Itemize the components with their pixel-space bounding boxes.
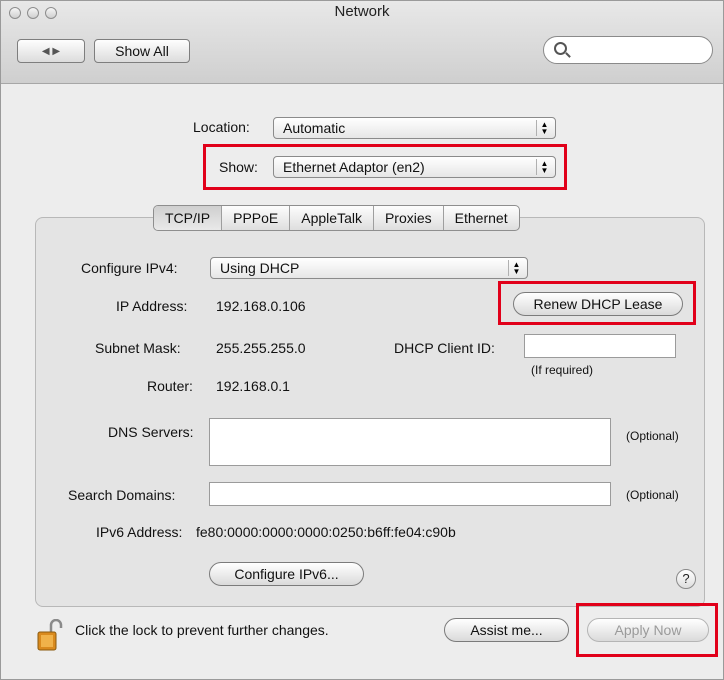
router-value: 192.168.0.1 bbox=[216, 378, 290, 394]
title-bar: Network ◀ ▶ Show All bbox=[1, 1, 723, 84]
tab-tcpip[interactable]: TCP/IP bbox=[154, 206, 222, 230]
show-label: Show: bbox=[219, 159, 258, 175]
tab-proxies[interactable]: Proxies bbox=[372, 206, 443, 230]
search-field[interactable] bbox=[543, 36, 713, 64]
show-value: Ethernet Adaptor (en2) bbox=[283, 159, 425, 175]
show-all-button[interactable]: Show All bbox=[94, 39, 190, 63]
tab-pppoe[interactable]: PPPoE bbox=[221, 206, 289, 230]
if-required-hint: (If required) bbox=[531, 363, 594, 377]
location-value: Automatic bbox=[283, 120, 346, 136]
back-forward-button[interactable]: ◀ ▶ bbox=[17, 39, 85, 63]
location-popup[interactable]: Automatic ▲ ▼ bbox=[273, 117, 556, 139]
configure-ipv6-button[interactable]: Configure IPv6... bbox=[209, 562, 364, 586]
tab-appletalk[interactable]: AppleTalk bbox=[289, 206, 373, 230]
popup-arrows-icon: ▲ ▼ bbox=[508, 260, 524, 276]
ipv6-address-label: IPv6 Address: bbox=[96, 524, 183, 540]
subnet-mask-value: 255.255.255.0 bbox=[216, 340, 306, 356]
back-forward-arrows-icon: ◀ ▶ bbox=[41, 45, 61, 57]
configure-ipv4-popup[interactable]: Using DHCP ▲ ▼ bbox=[210, 257, 528, 279]
lock-message: Click the lock to prevent further change… bbox=[75, 622, 329, 638]
subnet-mask-label: Subnet Mask: bbox=[95, 340, 181, 356]
assist-me-button[interactable]: Assist me... bbox=[444, 618, 569, 642]
search-domains-field[interactable] bbox=[209, 482, 611, 506]
tab-ethernet[interactable]: Ethernet bbox=[442, 206, 519, 230]
dhcp-client-id-label: DHCP Client ID: bbox=[394, 340, 495, 356]
lock-icon[interactable] bbox=[37, 619, 63, 651]
help-button[interactable]: ? bbox=[676, 569, 696, 589]
window-title: Network bbox=[334, 3, 390, 20]
renew-dhcp-lease-button[interactable]: Renew DHCP Lease bbox=[513, 292, 683, 316]
router-label: Router: bbox=[147, 378, 193, 394]
popup-arrows-icon: ▲ ▼ bbox=[536, 159, 552, 175]
dns-servers-label: DNS Servers: bbox=[108, 424, 194, 440]
ip-address-value: 192.168.0.106 bbox=[216, 298, 306, 314]
search-icon bbox=[554, 42, 567, 55]
dhcp-client-id-field[interactable] bbox=[524, 334, 676, 358]
show-popup[interactable]: Ethernet Adaptor (en2) ▲ ▼ bbox=[273, 156, 556, 178]
network-preferences-window: Network ◀ ▶ Show All Location: Automatic… bbox=[0, 0, 724, 680]
location-label: Location: bbox=[193, 119, 250, 135]
configure-ipv4-label: Configure IPv4: bbox=[81, 260, 178, 276]
dns-optional-hint: (Optional) bbox=[626, 429, 679, 443]
configure-ipv4-value: Using DHCP bbox=[220, 260, 300, 276]
search-domains-optional-hint: (Optional) bbox=[626, 488, 679, 502]
dns-servers-field[interactable] bbox=[209, 418, 611, 466]
search-domains-label: Search Domains: bbox=[68, 487, 176, 503]
ipv6-address-value: fe80:0000:0000:0000:0250:b6ff:fe04:c90b bbox=[196, 524, 456, 540]
popup-arrows-icon: ▲ ▼ bbox=[536, 120, 552, 136]
tab-bar: TCP/IP PPPoE AppleTalk Proxies Ethernet bbox=[153, 205, 520, 231]
ip-address-label: IP Address: bbox=[116, 298, 188, 314]
apply-now-button[interactable]: Apply Now bbox=[587, 618, 709, 642]
